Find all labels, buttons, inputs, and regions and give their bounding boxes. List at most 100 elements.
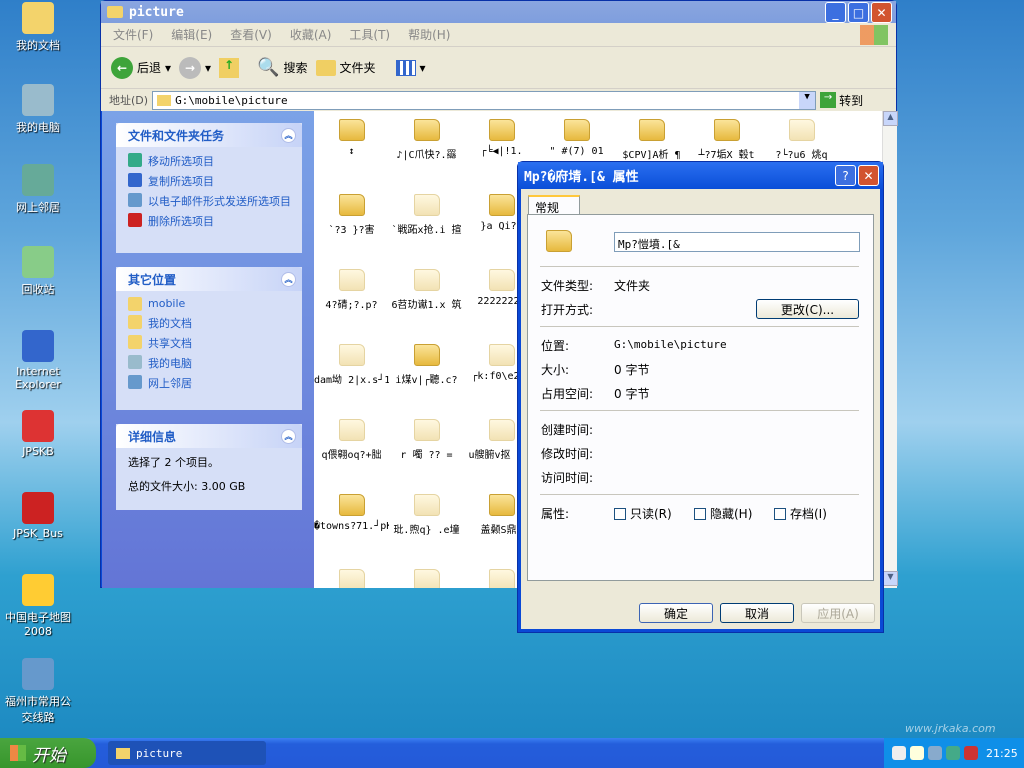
menu-item[interactable]: 编辑(E) [171,26,212,43]
network-icon[interactable] [928,746,942,760]
taskbar: 开始 picture 21:25 [0,738,1024,768]
search-button[interactable]: 🔍 搜索 [257,57,307,78]
forward-arrow-icon: → [179,56,202,79]
folder-icon [546,230,572,252]
folder-item[interactable] [389,561,464,588]
dialog-titlebar[interactable]: Mp?�府埥.[& 属性 [518,162,883,189]
folder-icon [413,194,440,216]
keyboard-icon[interactable] [892,746,906,760]
folder-icon [338,194,365,216]
windows-logo-icon [860,25,888,45]
menu-item[interactable]: 收藏(A) [290,26,332,43]
task-link[interactable]: 删除所选项目 [128,213,292,229]
vertical-scrollbar[interactable]: ▲ ▼ [882,111,898,588]
menu-item[interactable]: 工具(T) [349,26,390,43]
forward-button[interactable]: → ▾ [179,56,211,79]
change-button[interactable]: 更改(C)... [756,299,859,319]
close-button[interactable]: ✕ [871,2,892,23]
place-link[interactable]: 我的电脑 [128,355,292,371]
place-link[interactable]: 网上邻居 [128,375,292,391]
folder-item[interactable]: �towns?71.┘pK [314,486,389,561]
folder-item[interactable]: ♪|C爪快?.羉 [389,111,464,186]
name-input[interactable]: Mp?愷墳.[& [614,232,860,252]
go-button[interactable]: → 转到 [820,92,863,109]
search-icon: 🔍 [257,57,280,78]
folder-item[interactable]: 6苕玏谳1.x 筑 [389,261,464,336]
collapse-icon[interactable]: ︽ [281,428,296,444]
menu-item[interactable]: 查看(V) [230,26,272,43]
place-icon [128,335,142,349]
window-title: picture [129,4,184,20]
archive-checkbox[interactable]: 存档(I) [774,505,827,522]
task-link[interactable]: 移动所选项目 [128,153,292,169]
collapse-icon[interactable]: ︽ [281,271,296,287]
desktop-icon[interactable]: JPSK_Bus [0,492,76,540]
folder-item[interactable]: `戦跖x抢.i 揎 [389,186,464,261]
folders-button[interactable]: 文件夹 [315,59,376,76]
apply-button[interactable]: 应用(A) [801,603,875,623]
folder-name: 4?碃;?.p? [325,300,378,311]
place-icon [128,315,142,329]
folder-icon [413,119,440,141]
desktop-icon[interactable]: 我的文档 [0,2,76,53]
desktop-icon[interactable]: 网上邻居 [0,164,76,215]
folder-name: dam坳 2|x.s┘1 [314,375,389,386]
collapse-icon[interactable]: ︽ [281,127,296,143]
place-link[interactable]: 我的文档 [128,315,292,331]
address-input[interactable]: G:\mobile\picture ▼ [152,90,817,110]
explorer-titlebar[interactable]: picture [101,1,896,23]
task-link[interactable]: 复制所选项目 [128,173,292,189]
cancel-button[interactable]: 取消 [720,603,794,623]
desktop-icon[interactable]: JPSKB [0,410,76,458]
properties-dialog: Mp?�府埥.[& 属性 ? ✕ 常规 Mp?愷墳.[& 文件类型: 文件夹 打… [517,161,884,633]
menu-item[interactable]: 文件(F) [113,26,153,43]
taskbar-item-picture[interactable]: picture [108,741,266,765]
folder-item[interactable]: i煤v|┌聽.c? [389,336,464,411]
folder-item[interactable] [314,561,389,588]
ok-button[interactable]: 确定 [639,603,713,623]
folder-icon [116,747,130,759]
folder-item[interactable]: 玭.煦q} .e墥 [389,486,464,561]
back-button[interactable]: ← 后退 ▾ [111,56,171,79]
folder-icon [713,119,740,141]
close-button[interactable]: ✕ [858,165,879,186]
folder-item[interactable]: q偎翱oq?+朏 [314,411,389,486]
folders-icon [315,59,336,76]
folder-item[interactable]: `?3 }?害 [314,186,389,261]
maximize-button[interactable]: □ [848,2,869,23]
folder-name: 玭.煦q} .e墥 [393,525,460,536]
desktop-icon-image [22,410,54,442]
desktop-icon-image [22,246,54,278]
desktop-icon[interactable]: 回收站 [0,246,76,297]
place-link[interactable]: 共享文档 [128,335,292,351]
folder-name: ↕ [348,146,355,157]
folder-item[interactable]: dam坳 2|x.s┘1 [314,336,389,411]
antivirus-icon[interactable] [964,746,978,760]
up-folder-button[interactable]: ↑ [219,57,240,78]
hidden-checkbox[interactable]: 隐藏(H) [694,505,752,522]
desktop-icon[interactable]: 福州市常用公交线路 [0,658,76,725]
desktop-icon-image [22,330,54,362]
chevron-left-icon[interactable] [946,746,960,760]
desktop-icon[interactable]: 我的电脑 [0,84,76,135]
desktop-icon[interactable]: Internet Explorer [0,330,76,391]
tab-general[interactable]: 常规 [528,195,580,215]
views-button[interactable]: ▾ [395,59,426,76]
minimize-button[interactable]: _ [825,2,846,23]
task-icon [128,213,142,227]
menu-item[interactable]: 帮助(H) [408,26,450,43]
dropdown-button[interactable]: ▼ [799,91,816,109]
folder-item[interactable]: r 噣 ?? = [389,411,464,486]
folder-name: �towns?71.┘pK [314,521,389,532]
help-button[interactable]: ? [835,165,856,186]
folder-name: ♪|C爪快?.羉 [396,150,457,161]
task-link[interactable]: 以电子邮件形式发送所选项目 [128,193,292,209]
readonly-checkbox[interactable]: 只读(R) [614,505,672,522]
start-button[interactable]: 开始 [0,738,96,768]
folder-item[interactable]: ↕ [314,111,389,186]
clock[interactable]: 21:25 [986,747,1018,760]
desktop-icon[interactable]: 中国电子地图2008 [0,574,76,638]
help-icon[interactable] [910,746,924,760]
place-link[interactable]: mobile [128,297,292,311]
folder-item[interactable]: 4?碃;?.p? [314,261,389,336]
